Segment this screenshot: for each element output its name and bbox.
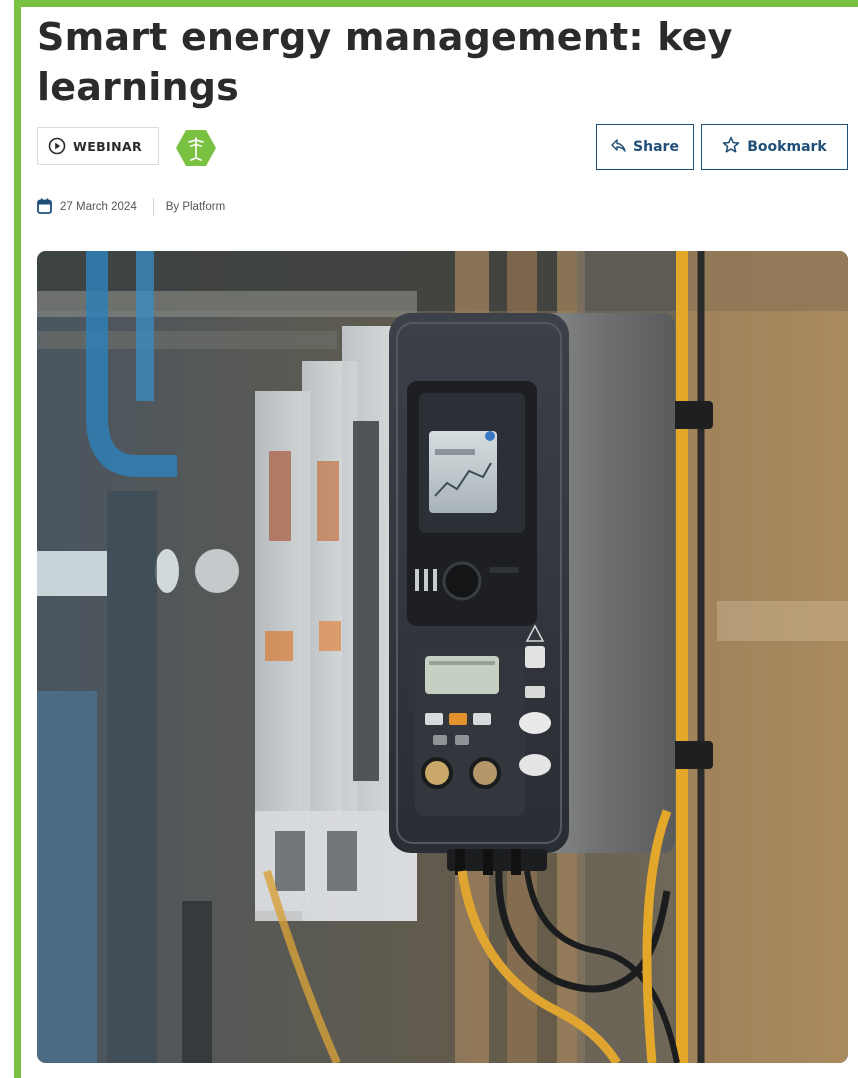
bookmark-label: Bookmark <box>747 139 827 155</box>
bookmark-button[interactable]: Bookmark <box>701 124 848 170</box>
calendar-icon <box>37 198 52 217</box>
share-label: Share <box>633 139 679 155</box>
content-type-badge: WEBINAR <box>37 127 159 165</box>
card-frame-left <box>14 0 21 1078</box>
share-button[interactable]: Share <box>596 124 694 170</box>
hero-image-smart-meter <box>37 251 848 1063</box>
content-type-label: WEBINAR <box>73 138 143 154</box>
share-icon <box>611 138 626 156</box>
publish-date: 27 March 2024 <box>60 201 137 213</box>
author-name: By Platform <box>165 201 226 213</box>
page-title: Smart energy management: key learnings <box>37 15 733 109</box>
play-circle-icon <box>48 137 66 155</box>
star-icon <box>722 136 740 158</box>
card-frame-top <box>14 0 858 7</box>
energy-topic-hexagon-icon[interactable] <box>175 127 217 169</box>
meta-divider <box>152 198 154 216</box>
article-meta: 27 March 2024 By Platform <box>37 196 225 218</box>
